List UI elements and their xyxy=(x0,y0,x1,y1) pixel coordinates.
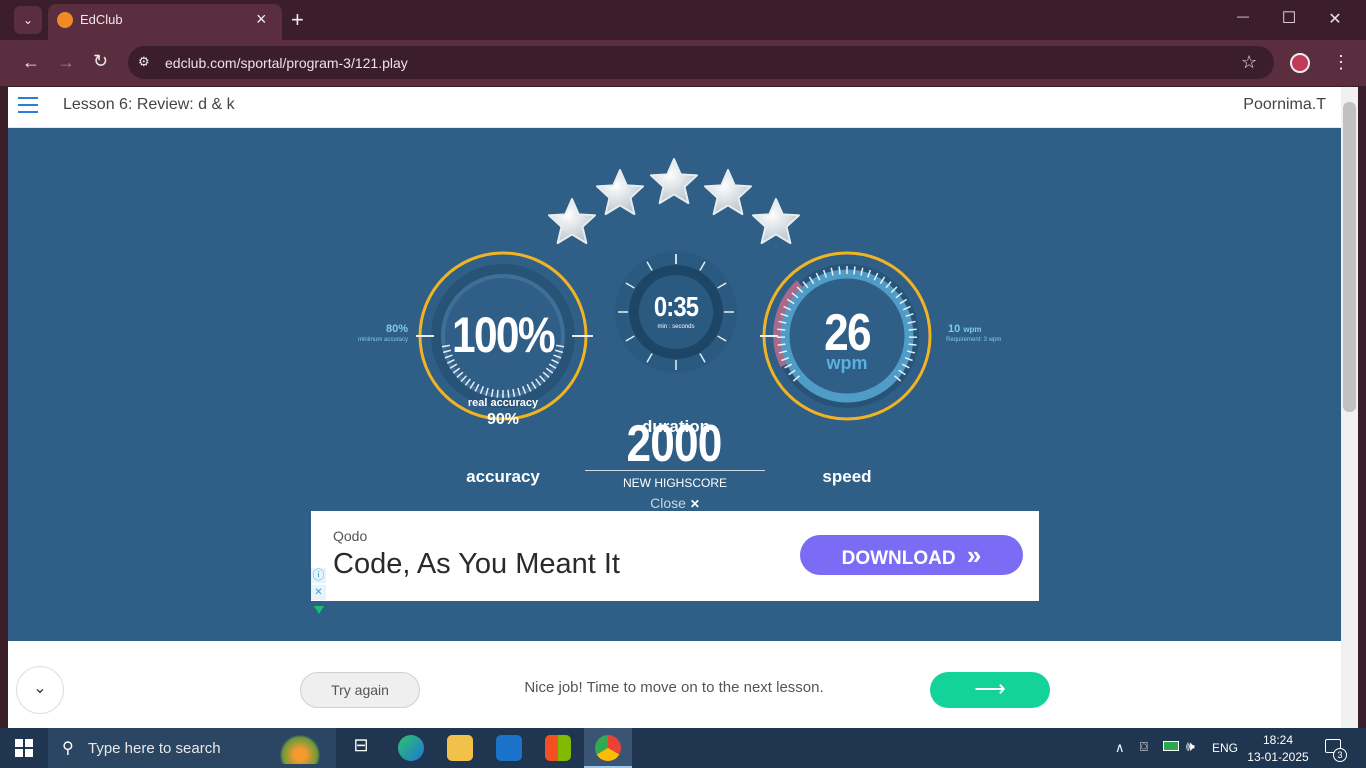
speed-req-label: Requirement: 3 wpm xyxy=(946,337,1002,343)
chrome-icon xyxy=(595,735,621,761)
hamburger-menu-icon[interactable] xyxy=(18,97,38,113)
score-divider xyxy=(585,470,765,471)
collapse-button[interactable]: ⌄ xyxy=(16,666,64,714)
windows-start-icon[interactable] xyxy=(15,739,33,757)
volume-icon[interactable]: 🕪 xyxy=(1186,738,1195,755)
star-icon xyxy=(548,198,596,245)
reload-icon[interactable]: ↻ xyxy=(93,51,108,72)
taskbar-search-input[interactable]: Type here to search xyxy=(88,740,221,757)
bookmark-star-icon[interactable]: ☆ xyxy=(1241,52,1257,73)
new-tab-icon[interactable]: + xyxy=(291,7,304,33)
speed-req-value: 10 xyxy=(948,323,961,335)
user-name[interactable]: Poornima.T xyxy=(1243,96,1326,114)
speed-label: speed xyxy=(822,467,872,486)
gauge-tick xyxy=(853,266,856,275)
lesson-footer: ⌄ Try again Nice job! Time to move on to… xyxy=(8,641,1341,728)
duration-value: 0:35 xyxy=(653,291,699,322)
tab-title: EdClub xyxy=(80,12,123,27)
back-arrow-icon[interactable]: ← xyxy=(22,52,40,73)
edge-icon[interactable] xyxy=(398,735,424,761)
battery-icon[interactable] xyxy=(1163,741,1179,751)
close-window-button[interactable]: ✕ xyxy=(1315,9,1355,29)
file-explorer-icon[interactable] xyxy=(447,735,473,761)
scrollbar-thumb[interactable] xyxy=(1343,102,1356,412)
minimize-button[interactable]: — xyxy=(1223,9,1263,23)
ad-info-icon[interactable]: ⓘ xyxy=(311,568,326,583)
score-value: 2000 xyxy=(626,415,723,473)
results-close-button[interactable]: Close ✕ xyxy=(585,495,765,511)
arrow-right-icon: ⟶ xyxy=(974,676,1006,701)
accuracy-value: 100% xyxy=(452,307,556,363)
close-label: Close xyxy=(650,495,686,511)
lesson-message: Nice job! Time to move on to the next le… xyxy=(524,679,824,696)
search-icon: ⚲ xyxy=(62,740,74,757)
star-icon xyxy=(752,198,800,245)
tray-chevron-up-icon[interactable]: ∧ xyxy=(1115,740,1125,756)
close-x-icon: ✕ xyxy=(689,497,700,511)
real-accuracy-label: real accuracy xyxy=(467,397,539,409)
store-icon[interactable] xyxy=(545,735,571,761)
next-lesson-button[interactable]: ⟶ xyxy=(930,672,1050,708)
ad-banner[interactable]: Qodo Code, As You Meant It DOWNLOAD » xyxy=(311,511,1039,601)
ad-choices-icon[interactable] xyxy=(314,606,324,616)
duration-unit: min : seconds xyxy=(657,324,695,330)
star-icon xyxy=(650,158,698,205)
star-icon xyxy=(704,169,752,216)
outlook-icon[interactable] xyxy=(496,735,522,761)
double-chevron-icon: » xyxy=(966,540,982,570)
browser-menu-icon[interactable]: ⋮ xyxy=(1332,52,1350,73)
clock-date[interactable]: 13-01-2025 xyxy=(1243,750,1313,764)
chevron-down-icon: ⌄ xyxy=(33,680,47,697)
min-accuracy-value: 80% xyxy=(385,323,408,335)
ad-headline: Code, As You Meant It xyxy=(333,548,620,580)
url-text[interactable]: edclub.com/sportal/program-3/121.play xyxy=(165,55,408,71)
maximize-button[interactable]: ☐ xyxy=(1269,8,1309,28)
speed-requirement: 10 wpm xyxy=(948,323,982,335)
ad-close-icon[interactable]: ✕ xyxy=(311,585,326,600)
tab-search-button[interactable]: ⌄ xyxy=(14,6,42,34)
forward-arrow-icon[interactable]: → xyxy=(57,52,75,73)
profile-avatar[interactable] xyxy=(1290,53,1310,73)
ad-brand: Qodo xyxy=(333,528,368,544)
tab-close-icon[interactable]: × xyxy=(256,9,267,30)
clock-time[interactable]: 18:24 xyxy=(1250,733,1306,747)
notification-count: 3 xyxy=(1333,748,1347,762)
results-panel: 100% real accuracy 90% accuracy 80% mini… xyxy=(8,128,1341,641)
accuracy-label: accuracy xyxy=(466,467,540,486)
ad-download-button[interactable]: DOWNLOAD » xyxy=(800,535,1023,575)
try-again-button[interactable]: Try again xyxy=(300,672,420,708)
real-accuracy-value: 90% xyxy=(486,411,520,428)
search-highlight-icon xyxy=(280,734,320,764)
language-indicator[interactable]: ENG xyxy=(1212,741,1238,755)
lesson-title: Lesson 6: Review: d & k xyxy=(63,96,235,113)
page-viewport: Lesson 6: Review: d & k Poornima.T 100% … xyxy=(8,87,1341,728)
speed-req-unit: wpm xyxy=(963,325,982,334)
min-accuracy-label: minimum accuracy xyxy=(357,337,408,343)
ad-cta-label: DOWNLOAD xyxy=(841,548,956,569)
score-label: NEW HIGHSCORE xyxy=(622,476,727,490)
lesson-header: Lesson 6: Review: d & k Poornima.T xyxy=(8,87,1341,128)
meet-icon[interactable]: ⌼ xyxy=(1140,739,1148,755)
gauge-tick xyxy=(838,266,841,275)
stars-rating xyxy=(548,158,800,245)
site-info-icon[interactable]: ⚙ xyxy=(138,54,154,70)
speed-unit: wpm xyxy=(826,353,868,373)
edclub-favicon-icon xyxy=(57,12,73,28)
task-view-icon[interactable]: ⊟ xyxy=(348,735,374,761)
star-icon xyxy=(596,169,644,216)
